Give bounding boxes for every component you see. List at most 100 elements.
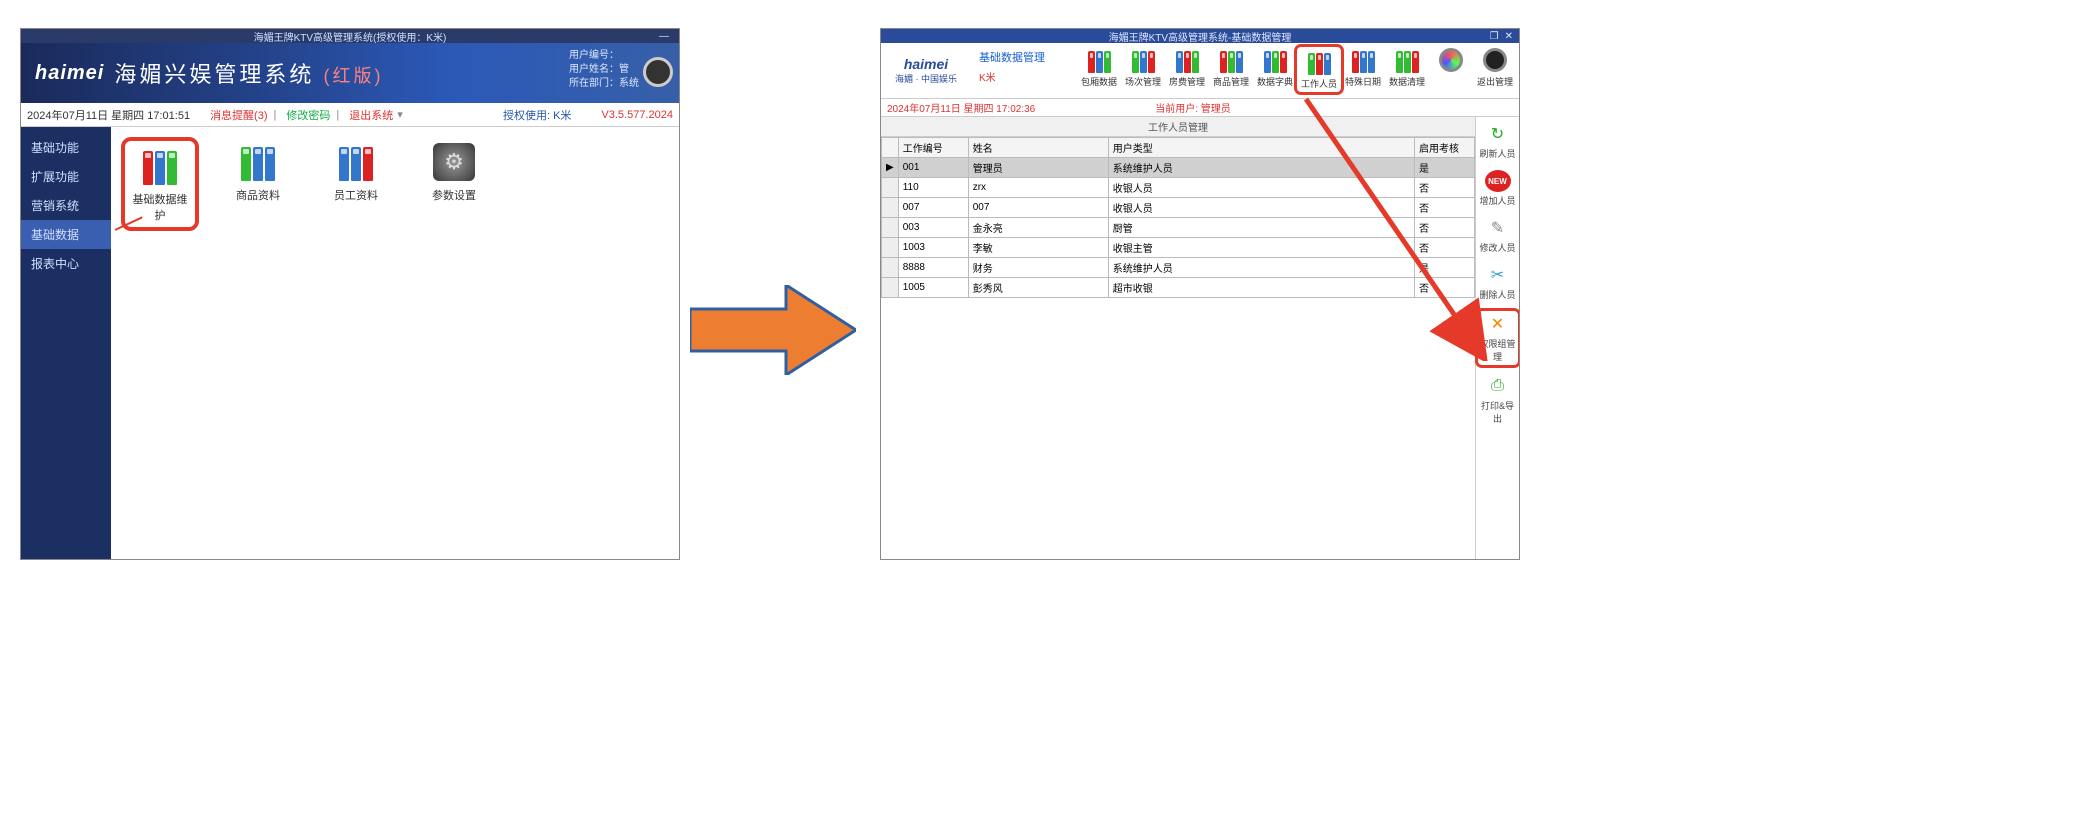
cell: 管理员 (968, 158, 1108, 178)
divider: | (274, 109, 277, 121)
sidebar-item-4[interactable]: 报表中心 (21, 249, 111, 278)
side-tool-label: 删除人员 (1478, 288, 1518, 301)
cell: 厨管 (1108, 218, 1414, 238)
binder-icon (1170, 47, 1204, 73)
table-row[interactable]: 1003李敏收银主管否 (882, 238, 1475, 258)
main-tool-1[interactable]: 商品资料 (223, 141, 293, 203)
toolbar-房费管理[interactable]: 房费管理 (1165, 47, 1209, 88)
cell: 是 (1415, 158, 1475, 178)
cell: 001 (898, 158, 968, 178)
table-row[interactable]: 007007收银人员否 (882, 198, 1475, 218)
cell: 收银主管 (1108, 238, 1414, 258)
main-tool-3[interactable]: ⚙参数设置 (419, 141, 489, 203)
toolbar-label: 商品管理 (1209, 75, 1253, 88)
right-logo-top: haimei (904, 56, 948, 72)
binder-icon (1214, 47, 1248, 73)
right-toolbar: 包厢数据场次管理房费管理商品管理数据字典工作人员特殊日期数据清理 返出管理 (1077, 43, 1519, 98)
sidebar-item-3[interactable]: 基础数据 (21, 220, 111, 249)
cell: 系统维护人员 (1108, 158, 1414, 178)
right-side-toolbar: ↻刷新人员 NEW 增加人员 ✎修改人员 ✂ 删除人员 ✕权限组管理 ⎙打印&导出 (1475, 117, 1519, 559)
cell: 金永亮 (968, 218, 1108, 238)
system-name: 海媚兴娱管理系统 (红版) (114, 57, 383, 89)
sidebar-item-1[interactable]: 扩展功能 (21, 162, 111, 191)
cell: zrx (968, 178, 1108, 198)
cell: 8888 (898, 258, 968, 278)
side-tool-icon: NEW (1485, 170, 1511, 192)
side-tool-4[interactable]: ✕权限组管理 (1478, 311, 1518, 365)
toolbar-数据清理[interactable]: 数据清理 (1385, 47, 1429, 88)
binder-icon (1346, 47, 1380, 73)
table-row[interactable]: 8888财务系统维护人员是 (882, 258, 1475, 278)
toolbar-工作人员[interactable]: 工作人员 (1297, 47, 1341, 92)
dropdown-icon[interactable]: ▾ (397, 108, 403, 121)
left-statusbar: 2024年07月11日 星期四 17:01:51 消息提醒(3) | 修改密码 … (21, 103, 679, 127)
tool-label: 参数设置 (419, 187, 489, 203)
toolbar-label: 数据字典 (1253, 75, 1297, 88)
sidebar-item-2[interactable]: 营销系统 (21, 191, 111, 220)
binder-icon (331, 141, 381, 181)
col-1[interactable]: 姓名 (968, 138, 1108, 158)
close-icon[interactable]: ✕ (1505, 31, 1513, 42)
side-tool-icon: ✎ (1485, 217, 1511, 239)
table-row[interactable]: ▶001管理员系统维护人员是 (882, 158, 1475, 178)
cell: 系统维护人员 (1108, 258, 1414, 278)
user-name-label: 用户姓名：管 (569, 63, 639, 77)
row-indicator (882, 198, 899, 218)
toolbar-数据字典[interactable]: 数据字典 (1253, 47, 1297, 88)
row-header-blank (882, 138, 899, 158)
cell: 超市收银 (1108, 278, 1414, 298)
left-body: 基础功能扩展功能营销系统基础数据报表中心 基础数据维护商品资料员工资料 ⚙参数设置 (21, 127, 679, 559)
current-user: 当前用户: 管理员 (1155, 100, 1231, 115)
side-tool-3[interactable]: ✂ 删除人员 (1478, 264, 1518, 301)
cell: 收银人员 (1108, 178, 1414, 198)
col-0[interactable]: 工作编号 (898, 138, 968, 158)
side-tool-icon: ✂ (1485, 264, 1511, 286)
row-indicator (882, 178, 899, 198)
toolbar-商品管理[interactable]: 商品管理 (1209, 47, 1253, 88)
right-datetime: 2024年07月11日 星期四 17:02:36 (887, 100, 1035, 115)
cell: 否 (1415, 198, 1475, 218)
binder-icon (1126, 47, 1160, 73)
minimize-icon[interactable]: — (659, 31, 669, 42)
staff-table: 工作编号姓名用户类型启用考核 ▶001管理员系统维护人员是110zrx收银人员否… (881, 137, 1475, 298)
change-password-link[interactable]: 修改密码 (286, 107, 330, 123)
toolbar-包厢数据[interactable]: 包厢数据 (1077, 47, 1121, 88)
message-alert-link[interactable]: 消息提醒(3) (210, 107, 267, 123)
exit-system-link[interactable]: 退出系统 (349, 107, 393, 123)
side-tool-1[interactable]: NEW 增加人员 (1478, 170, 1518, 207)
avatar-icon[interactable] (643, 57, 673, 87)
breadcrumb-main[interactable]: 基础数据管理 (979, 49, 1045, 65)
left-window: 海媚王牌KTV高级管理系统(授权使用：K米) — haimei 海媚兴娱管理系统… (20, 28, 680, 560)
restore-icon[interactable]: ❐ (1490, 31, 1499, 42)
table-row[interactable]: 003金永亮厨管否 (882, 218, 1475, 238)
main-tool-0[interactable]: 基础数据维护 (125, 141, 195, 227)
toolbar-label: 场次管理 (1121, 75, 1165, 88)
table-row[interactable]: 1005彭秀风超市收银否 (882, 278, 1475, 298)
right-header: haimei 海媚 · 中国娱乐 基础数据管理 K米 包厢数据场次管理房费管理商… (881, 43, 1519, 99)
table-row[interactable]: 110zrx收银人员否 (882, 178, 1475, 198)
col-2[interactable]: 用户类型 (1108, 138, 1414, 158)
right-statusbar: 2024年07月11日 星期四 17:02:36 当前用户: 管理员 (881, 99, 1519, 117)
current-user-value: 管理员 (1201, 104, 1231, 115)
toolbar-特殊日期[interactable]: 特殊日期 (1341, 47, 1385, 88)
right-window: 海媚王牌KTV高级管理系统-基础数据管理 ❐ ✕ haimei 海媚 · 中国娱… (880, 28, 1520, 560)
panel-title: 工作人员管理 (881, 117, 1475, 137)
toolbar-label: 特殊日期 (1341, 75, 1385, 88)
side-tool-label: 打印&导出 (1478, 399, 1518, 425)
toolbar-场次管理[interactable]: 场次管理 (1121, 47, 1165, 88)
toolbar-clock[interactable] (1429, 47, 1473, 75)
col-3[interactable]: 启用考核 (1415, 138, 1475, 158)
binder-icon (1082, 47, 1116, 73)
user-dept-label: 所在部门：系统 (569, 77, 639, 91)
toolbar-label: 包厢数据 (1077, 75, 1121, 88)
row-indicator (882, 218, 899, 238)
main-tool-2[interactable]: 员工资料 (321, 141, 391, 203)
flow-arrow-icon (690, 285, 856, 375)
side-tool-2[interactable]: ✎修改人员 (1478, 217, 1518, 254)
datetime-text: 2024年07月11日 星期四 17:01:51 (27, 107, 190, 123)
side-tool-0[interactable]: ↻刷新人员 (1478, 123, 1518, 160)
side-tool-5[interactable]: ⎙打印&导出 (1478, 375, 1518, 425)
side-tool-label: 增加人员 (1478, 194, 1518, 207)
sidebar-item-0[interactable]: 基础功能 (21, 133, 111, 162)
toolbar-返出管理[interactable]: 返出管理 (1473, 47, 1517, 88)
